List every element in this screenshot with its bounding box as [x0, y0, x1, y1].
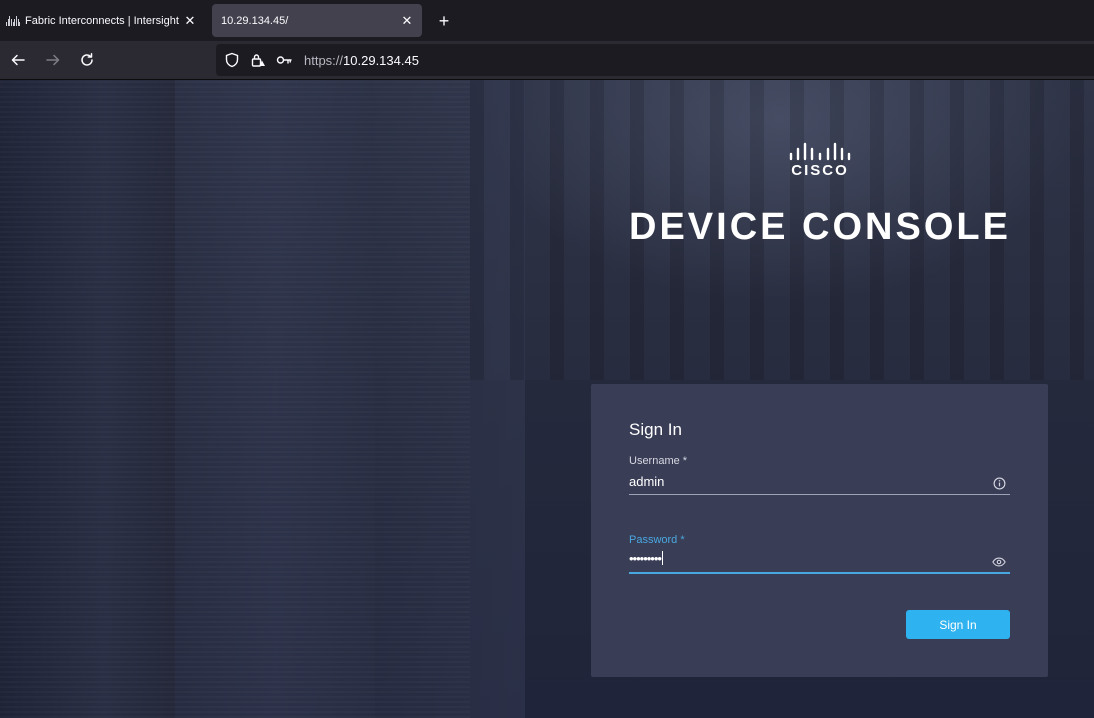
tab-device-console[interactable]: 10.29.134.45/ ✕ — [212, 4, 422, 37]
cisco-favicon-icon — [6, 15, 21, 26]
text-caret — [661, 551, 663, 565]
cisco-wordmark: CISCO — [791, 162, 849, 179]
tab-strip: Fabric Interconnects | Intersight ✕ 10.2… — [0, 0, 1094, 41]
reload-icon — [81, 53, 93, 66]
new-tab-button[interactable]: + — [432, 9, 456, 33]
close-icon[interactable]: ✕ — [181, 12, 199, 30]
username-field: Username * admin — [629, 455, 1010, 495]
navigation-toolbar: https://10.29.134.45 — [0, 41, 1094, 80]
password-label: Password * — [629, 534, 685, 546]
plus-icon: + — [438, 10, 450, 31]
tab-fabric-interconnects[interactable]: Fabric Interconnects | Intersight ✕ — [0, 4, 205, 37]
tab-title: Fabric Interconnects | Intersight — [25, 14, 179, 27]
background-mesh — [0, 80, 470, 718]
sign-in-button[interactable]: Sign In — [906, 610, 1010, 639]
sign-in-heading: Sign In — [629, 420, 682, 439]
page-title: DEVICE CONSOLE — [629, 206, 1011, 248]
password-value: ••••••••• — [629, 551, 663, 566]
cisco-logo: CISCO — [560, 142, 1080, 179]
key-icon — [276, 56, 292, 64]
lock-warning-icon — [251, 54, 265, 67]
close-icon[interactable]: ✕ — [398, 12, 416, 30]
back-button[interactable] — [7, 49, 29, 71]
tracking-protection-button[interactable] — [222, 50, 242, 70]
cisco-bars-icon — [789, 142, 851, 161]
forward-button[interactable] — [42, 49, 64, 71]
eye-icon[interactable] — [992, 555, 1006, 569]
reload-button[interactable] — [76, 49, 98, 71]
info-icon[interactable] — [992, 476, 1006, 490]
site-info-button[interactable] — [248, 50, 268, 70]
login-page: CISCO DEVICE CONSOLE Sign In Username * … — [0, 80, 1094, 718]
username-input[interactable]: admin — [629, 471, 1010, 495]
password-mask: ••••••••• — [629, 551, 662, 566]
username-label: Username * — [629, 455, 688, 467]
arrow-left-icon — [11, 54, 25, 66]
shield-icon — [225, 52, 239, 68]
url-text[interactable]: https://10.29.134.45 — [304, 53, 419, 68]
sign-in-card: Sign In Username * admin Password * ••••… — [591, 384, 1048, 677]
tab-title: 10.29.134.45/ — [221, 14, 289, 27]
address-bar[interactable]: https://10.29.134.45 — [216, 44, 1094, 76]
url-scheme: https:// — [304, 52, 344, 68]
url-host: 10.29.134.45 — [343, 52, 419, 68]
arrow-right-icon — [46, 54, 60, 66]
password-input[interactable]: ••••••••• — [629, 550, 1010, 574]
username-value: admin — [629, 474, 665, 489]
password-field: Password * ••••••••• — [629, 534, 1010, 574]
password-key-button[interactable] — [274, 50, 294, 70]
